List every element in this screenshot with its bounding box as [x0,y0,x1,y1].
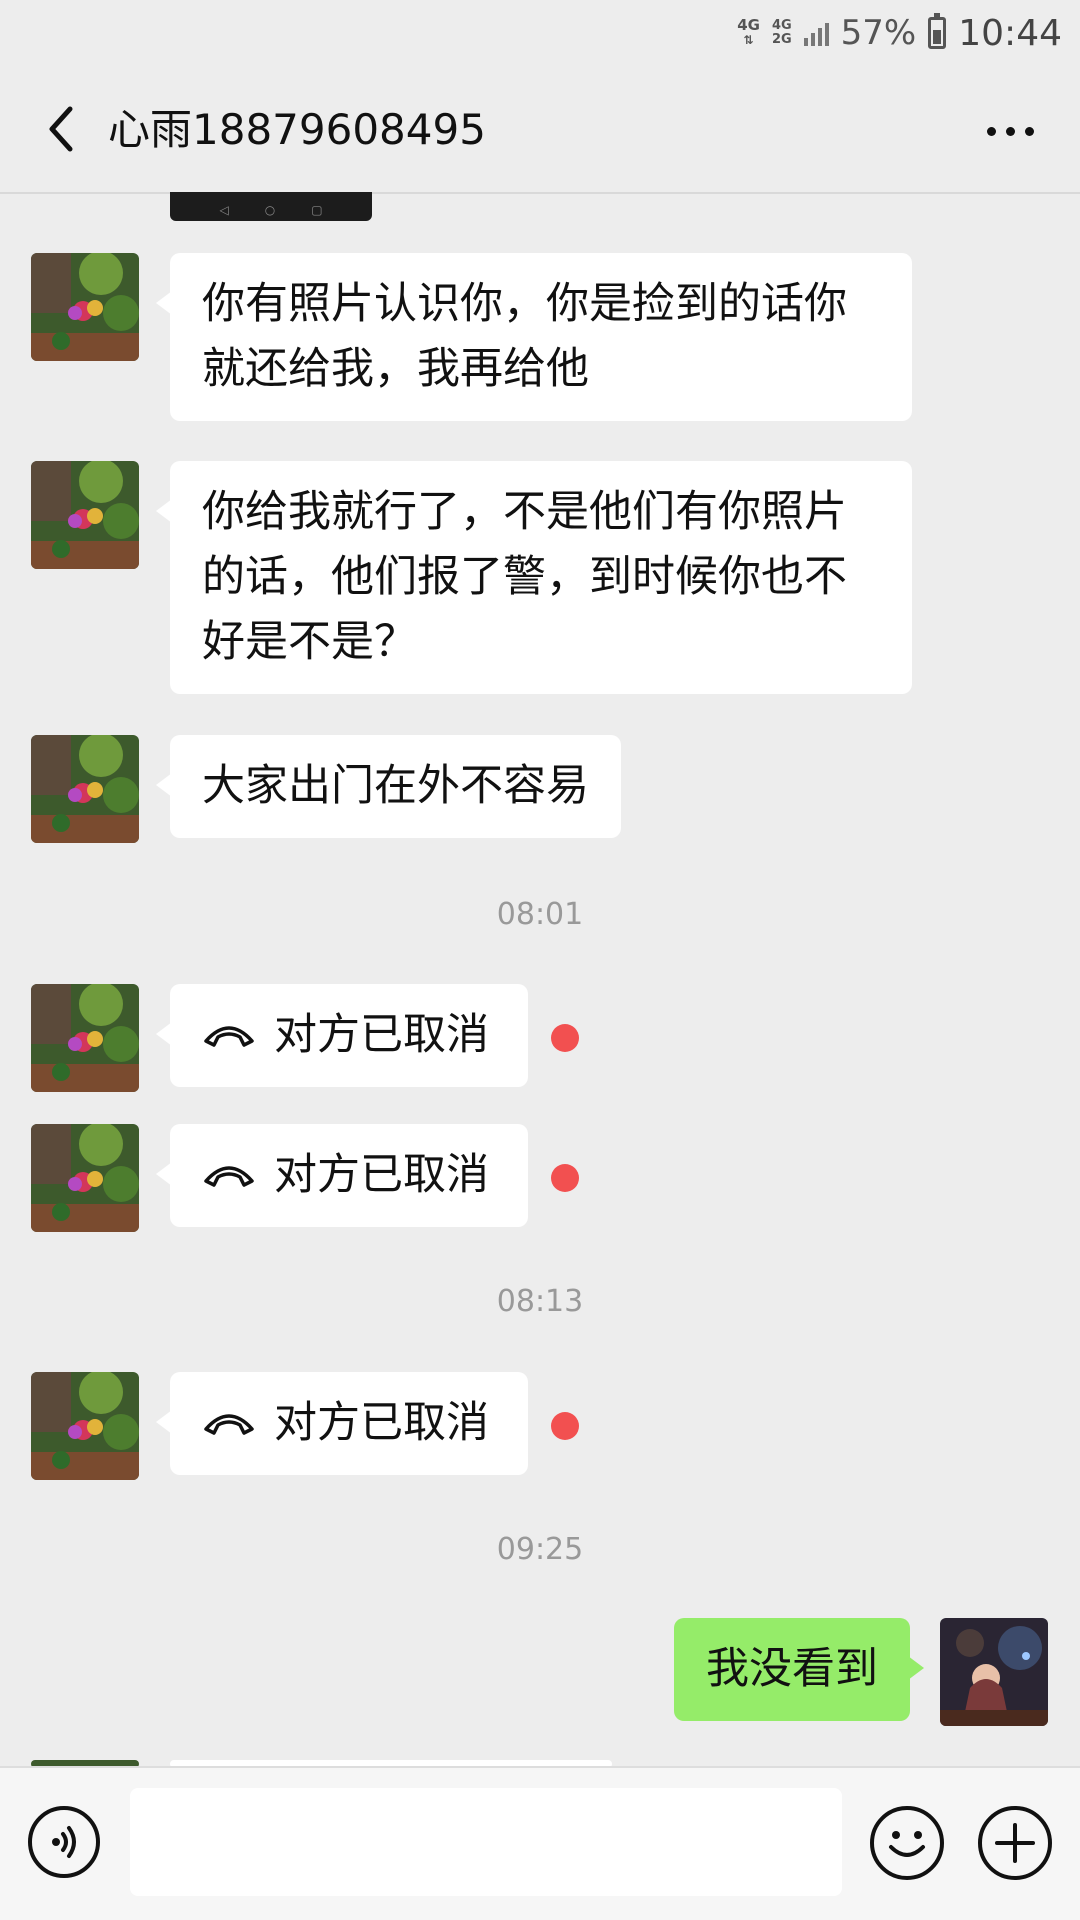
unread-dot [551,1412,579,1440]
avatar[interactable] [31,735,139,843]
unread-dot [551,1024,579,1052]
battery-icon [928,13,947,49]
my-message-bubble[interactable]: 我没看到 [674,1618,924,1721]
battery-percent: 57% [840,13,917,53]
call-status-text: 对方已取消 [274,1398,489,1448]
message-text: 大家出门在外不容易 [202,761,589,811]
message-text: 我没看到 [706,1644,878,1694]
call-record-bubble[interactable]: 对方已取消 [156,984,528,1087]
chat-title: 心雨18879608495 [108,105,486,154]
emoji-icon[interactable] [870,1806,944,1880]
message-text: 好是不是？ [202,617,417,667]
chat-header: 心雨18879608495 [0,66,1080,194]
avatar[interactable] [31,984,139,1092]
call-record-bubble[interactable]: 对方已取消 [156,1124,528,1227]
unread-dot [551,1164,579,1192]
call-status-text: 对方已取消 [274,1150,489,1200]
plus-icon[interactable] [978,1806,1052,1880]
network-4g-icon: 4G ⇅ [737,16,760,48]
voice-icon[interactable] [28,1806,100,1878]
image-message-thumbnail[interactable]: ◁ ○ ▢ [170,192,372,221]
message-text: 就还给我，我再给他 [202,344,589,394]
signal-icon [803,20,829,46]
message-bubble[interactable]: 你有照片认识你，你是捡到的话你 就还给我，我再给他 [156,253,912,421]
network-4g-2g-icon: 4G 2G [771,18,792,47]
message-bubble[interactable]: 大家出门在外不容易 [156,735,621,838]
avatar[interactable] [31,253,139,361]
chat-area[interactable]: ◁ ○ ▢ 你有照片认识你，你是捡到的话你 就还给我，我再给他 你给我就行了，不… [0,192,1080,1767]
message-bubble[interactable]: 你给我就行了，不是他们有你照片 的话，他们报了警，到时候你也不 好是不是？ [156,461,912,694]
input-bar [0,1766,1080,1920]
timestamp: 08:13 [496,1284,584,1319]
message-text: 的话，他们报了警，到时候你也不 [202,552,847,602]
call-status-text: 对方已取消 [274,1010,489,1060]
message-input[interactable] [130,1788,842,1896]
avatar[interactable] [31,1372,139,1480]
message-text: 你给我就行了，不是他们有你照片 [202,487,847,537]
avatar[interactable] [31,1124,139,1232]
avatar[interactable] [31,461,139,569]
timestamp: 09:25 [496,1532,584,1567]
timestamp: 08:01 [496,897,584,932]
my-avatar[interactable] [940,1618,1048,1726]
status-time: 10:44 [958,12,1062,54]
call-record-bubble[interactable]: 对方已取消 [156,1372,528,1475]
phone-hangup-icon [202,1003,256,1068]
more-dots-icon[interactable] [980,106,1040,156]
message-text: 你有照片认识你，你是捡到的话你 [202,279,847,329]
status-bar: 4G ⇅ 4G 2G 57% 10:44 [0,0,1080,66]
chevron-left-icon[interactable] [34,99,94,159]
phone-hangup-icon [202,1143,256,1208]
phone-hangup-icon [202,1391,256,1456]
